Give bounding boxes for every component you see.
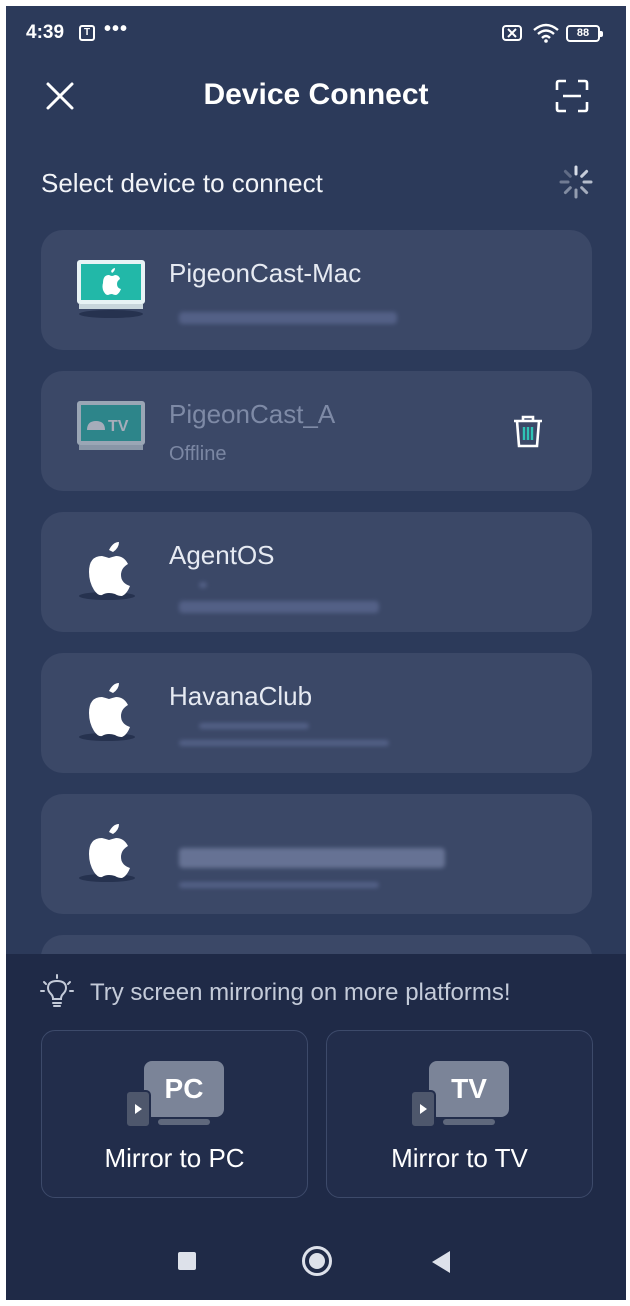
device-card-havanaclub[interactable]: HavanaClub [41,653,592,773]
tv-badge: TV [451,1073,487,1104]
tip-text: Try screen mirroring on more platforms! [90,979,511,1006]
battery-icon: 88 [566,25,603,42]
lightbulb-icon [40,974,74,1007]
section-label: Select device to connect [41,168,323,198]
svg-text:TV: TV [108,418,129,435]
mirror-to-tv-label: Mirror to TV [391,1143,528,1173]
pc-badge: PC [165,1073,204,1104]
device-connect-screen: 4:39 T ••• 88 Device Connect Select devi… [6,6,626,1300]
mirror-to-tv-button[interactable]: TV Mirror to TV [326,1030,593,1198]
apple-icon [79,542,135,600]
device-card-pigeoncast-a[interactable]: TV PigeonCast_A Offline [41,371,592,491]
tv-monitor-icon: TV [410,1061,509,1128]
android-tv-icon: TV [77,401,145,450]
status-time: 4:39 [26,22,65,43]
page-title: Device Connect [203,78,429,111]
device-name: AgentOS [169,540,275,570]
apple-icon [79,824,135,882]
device-name: HavanaClub [169,681,313,711]
redacted-detail [199,582,207,588]
pc-monitor-icon: PC [125,1061,224,1128]
redacted-address [179,601,379,613]
recent-apps-button[interactable] [178,1252,196,1270]
mirror-to-pc-label: Mirror to PC [104,1143,245,1173]
device-name: PigeonCast-Mac [169,258,362,288]
device-card-redacted[interactable] [41,794,592,914]
device-card-agentos[interactable]: AgentOS [41,512,592,632]
back-button[interactable] [432,1251,450,1273]
more-notifications-icon: ••• [104,18,129,40]
device-card-pigeoncast-mac[interactable]: PigeonCast-Mac [41,230,592,350]
wifi-icon [533,23,559,43]
device-status: Offline [169,443,227,465]
redacted-address [179,312,397,324]
redacted-detail [199,723,309,729]
no-sim-icon [502,25,522,41]
mirror-to-pc-button[interactable]: PC Mirror to PC [41,1030,308,1198]
device-name: PigeonCast_A [169,399,336,429]
status-bar: 4:39 T ••• 88 [6,6,626,62]
scan-qr-button[interactable] [554,78,590,114]
home-button[interactable] [302,1246,332,1276]
delete-device-button[interactable] [511,413,545,449]
apple-icon [79,683,135,741]
redacted-name [179,848,445,868]
redacted-address [179,740,389,746]
notification-app-icon: T [79,25,95,41]
loading-spinner-icon [559,165,593,199]
redacted-address [179,882,379,888]
mac-monitor-icon [77,260,145,318]
